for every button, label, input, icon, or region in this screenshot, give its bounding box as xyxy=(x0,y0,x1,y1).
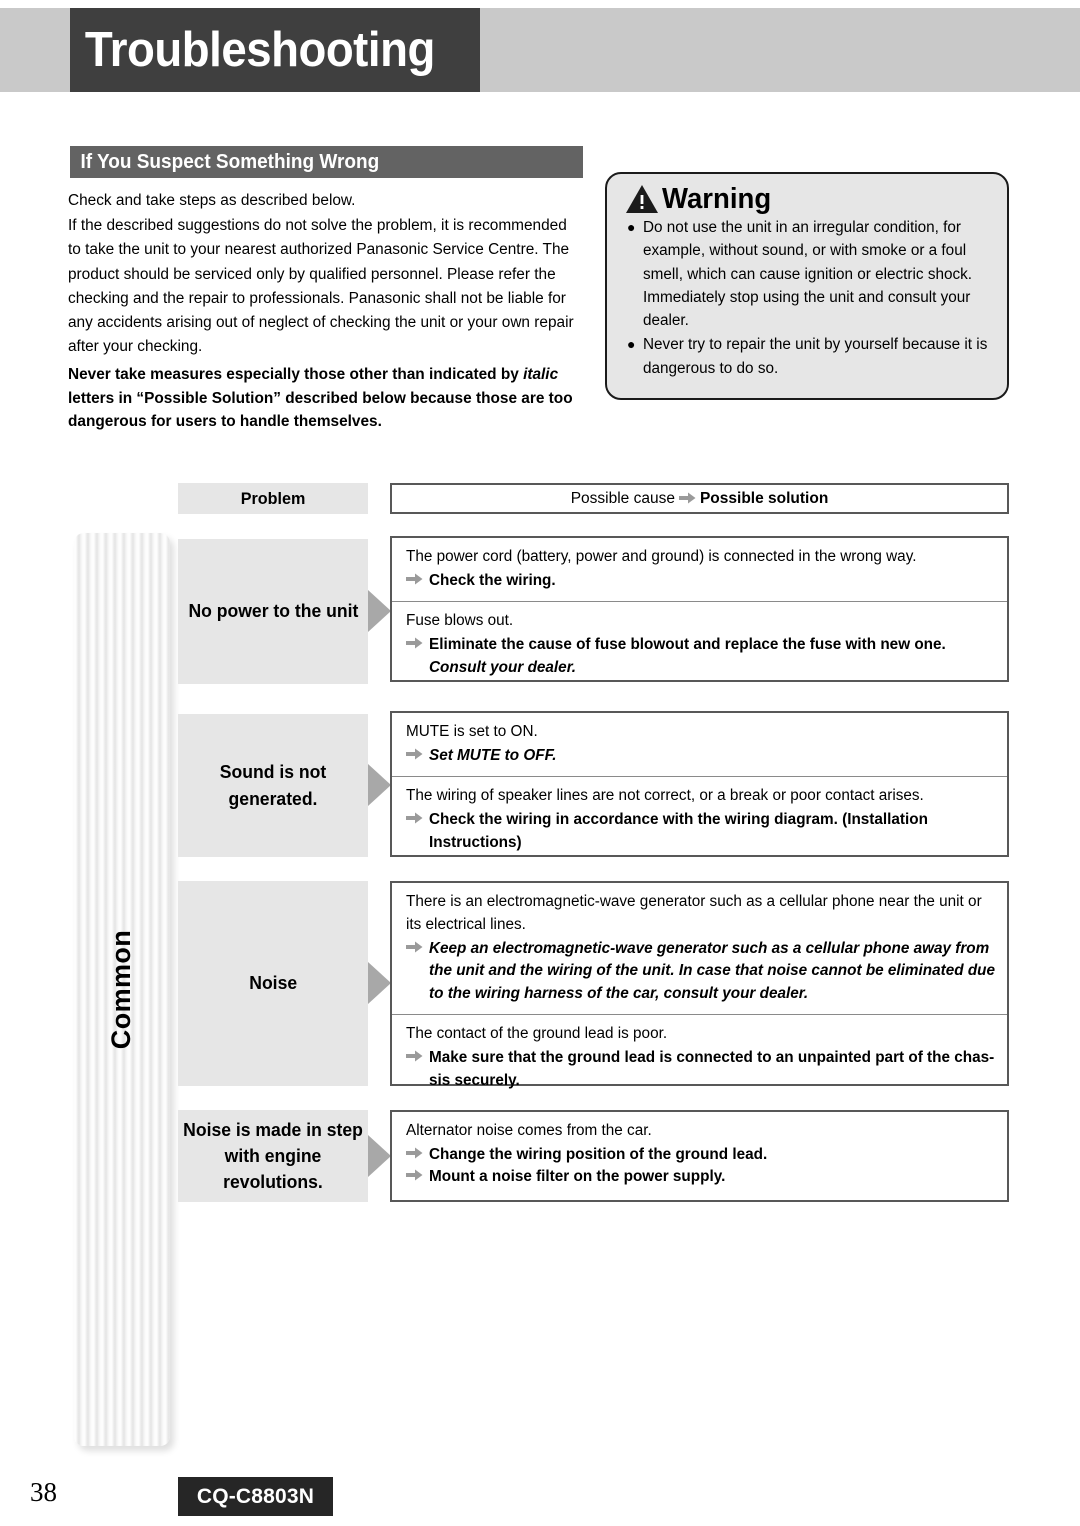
section-heading-bar: If You Suspect Something Wrong xyxy=(70,146,583,178)
possible-solution-text: Set MUTE to OFF. xyxy=(406,745,997,767)
solution-label: Set MUTE to OFF. xyxy=(429,746,557,764)
warning-box: Warning ● Do not use the unit in an irre… xyxy=(605,172,1009,400)
right-arrow-icon xyxy=(406,637,423,649)
right-arrow-icon xyxy=(406,1050,423,1062)
table-header-cause-solution: Possible cause Possible solution xyxy=(390,483,1009,514)
solution-label: Mount a noise filter on the power supply… xyxy=(429,1168,726,1186)
possible-cause-text: MUTE is set to ON. xyxy=(406,723,538,740)
possible-solution-text: Change the wiring position of the ground… xyxy=(406,1144,997,1166)
cause-solution-cell: Fuse blows out. Eliminate the cause of f… xyxy=(392,601,1007,688)
problem-label: Noise xyxy=(249,972,297,994)
note-italic-word: italic xyxy=(523,366,559,384)
possible-solution-text: Keep an electromagnetic-wave generator s… xyxy=(406,938,997,1005)
possible-solution-text: Make sure that the ground lead is connec… xyxy=(406,1047,997,1092)
solution-label: Change the wiring position of the ground… xyxy=(429,1145,768,1163)
table-row: Noise xyxy=(178,881,368,1086)
warning-label: Warning xyxy=(662,182,772,215)
warning-bullet-text: Do not use the unit in an irregular cond… xyxy=(643,219,973,329)
model-number: CQ-C8803N xyxy=(196,1484,315,1508)
warning-bullet-text: Never try to repair the unit by yourself… xyxy=(643,336,988,377)
cause-solution-cell: The contact of the ground lead is poor. … xyxy=(392,1014,1007,1101)
right-arrow-icon xyxy=(678,492,696,503)
cause-solution-group: Alternator noise comes from the car. Cha… xyxy=(390,1110,1009,1202)
section-heading-text: If You Suspect Something Wrong xyxy=(80,150,380,173)
row-pointer-triangle-icon xyxy=(368,962,391,1004)
possible-cause-text: Alternator noise comes from the car. xyxy=(406,1122,652,1139)
bullet-dot-icon: ● xyxy=(627,219,636,235)
cause-solution-group: There is an electromagnetic-wave generat… xyxy=(390,881,1009,1089)
solution-label: Keep an electromagnetic-wave generator s… xyxy=(429,939,996,1002)
row-pointer-triangle-icon xyxy=(368,1135,391,1177)
possible-cause-text: There is an electromagnetic-wave generat… xyxy=(406,893,982,933)
warning-header: Warning xyxy=(625,184,993,214)
problem-label: Noise is made in step with engine revolu… xyxy=(183,1118,363,1193)
right-arrow-icon xyxy=(406,1169,423,1181)
table-header-problem-text: Problem xyxy=(240,488,306,508)
row-pointer-triangle-icon xyxy=(368,764,391,806)
cause-solution-cell: The power cord (battery, power and groun… xyxy=(392,538,1007,601)
table-row: No power to the unit xyxy=(178,539,368,684)
possible-solution-text: Eliminate the cause of fuse blowout and … xyxy=(406,634,997,656)
intro-line-2: If the described suggestions do not solv… xyxy=(68,217,574,356)
cause-solution-cell: Alternator noise comes from the car. Cha… xyxy=(392,1112,1007,1198)
page-title-block: Troubleshooting xyxy=(70,8,480,92)
right-arrow-icon xyxy=(406,941,423,953)
solution-label: Check the wiring. xyxy=(429,571,556,589)
model-badge: CQ-C8803N xyxy=(178,1477,333,1516)
warning-bullet-item: ● Never try to repair the unit by yourse… xyxy=(625,333,993,380)
right-arrow-icon xyxy=(406,573,423,585)
solution-label: Make sure that the ground lead is connec… xyxy=(429,1049,995,1089)
possible-solution-text: Check the wiring in accordance with the … xyxy=(406,809,997,854)
solution-label: Eliminate the cause of fuse blowout and … xyxy=(429,636,946,654)
solution-continuation: Consult your dealer. xyxy=(429,658,577,676)
table-header-problem: Problem xyxy=(178,483,368,514)
note-part-1: Never take measures especially those oth… xyxy=(68,366,524,384)
table-row: Noise is made in step with engine revolu… xyxy=(178,1110,368,1202)
bullet-dot-icon: ● xyxy=(627,336,636,353)
intro-bold-note: Never take measures especially those oth… xyxy=(68,363,580,433)
warning-triangle-icon xyxy=(626,185,658,213)
right-arrow-icon xyxy=(406,1147,423,1159)
cause-solution-cell: The wiring of speaker lines are not corr… xyxy=(392,776,1007,863)
right-arrow-icon xyxy=(406,748,423,760)
cause-solution-cell: There is an electromagnetic-wave generat… xyxy=(392,883,1007,1014)
possible-cause-text: The contact of the ground lead is poor. xyxy=(406,1025,668,1043)
possible-solution-text: Check the wiring. xyxy=(406,570,997,592)
page-number: 38 xyxy=(30,1477,57,1507)
header-cause-suffix: Possible solution xyxy=(699,489,829,507)
row-pointer-triangle-icon xyxy=(368,590,391,632)
possible-cause-text: The power cord (battery, power and groun… xyxy=(406,548,917,565)
table-row: Sound is not generated. xyxy=(178,714,368,857)
cause-solution-group: The power cord (battery, power and groun… xyxy=(390,536,1009,682)
warning-bullet-list: ● Do not use the unit in an irregular co… xyxy=(625,216,993,380)
solution-label: Check the wiring in accordance with the … xyxy=(429,811,928,851)
right-arrow-icon xyxy=(406,812,423,824)
warning-bullet-item: ● Do not use the unit in an irregular co… xyxy=(625,216,993,332)
side-tab-common xyxy=(74,533,170,1446)
problem-label: No power to the unit xyxy=(188,600,358,622)
note-part-2: letters in “Possible Solution” described… xyxy=(68,389,573,431)
possible-cause-text: The wiring of speaker lines are not corr… xyxy=(406,787,924,805)
possible-solution-text: Mount a noise filter on the power supply… xyxy=(406,1166,997,1188)
possible-cause-text: Fuse blows out. xyxy=(406,612,514,630)
intro-text-block: Check and take steps as described below.… xyxy=(68,189,580,435)
cause-solution-group: MUTE is set to ON. Set MUTE to OFF. The … xyxy=(390,711,1009,857)
table-header-cause-solution-text: Possible cause Possible solution xyxy=(571,490,829,508)
page-title: Troubleshooting xyxy=(84,22,435,77)
problem-label: Sound is not generated. xyxy=(219,761,327,809)
cause-solution-cell: MUTE is set to ON. Set MUTE to OFF. xyxy=(392,713,1007,776)
intro-line-1: Check and take steps as described below. xyxy=(68,192,356,209)
header-cause-prefix: Possible cause xyxy=(570,489,675,507)
